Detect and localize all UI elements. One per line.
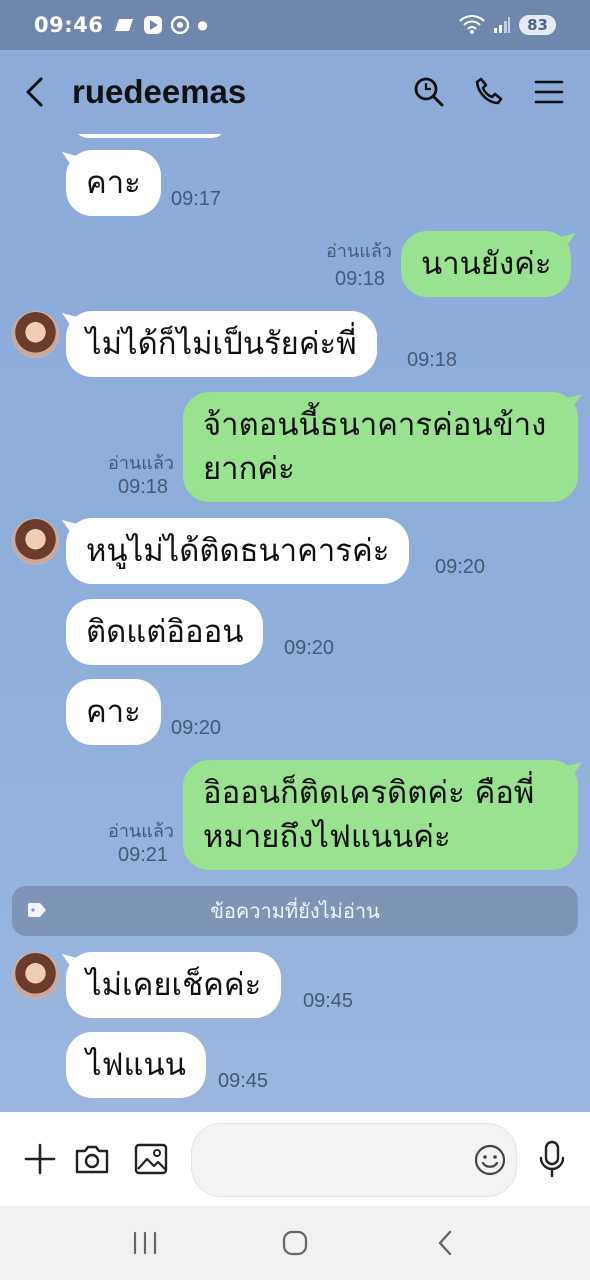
- message-bubble-incoming[interactable]: คาะ: [66, 150, 161, 216]
- system-back-icon: [438, 1230, 452, 1256]
- message-text: หนูไม่ได้ติดธนาคารค่ะ: [86, 533, 390, 569]
- chat-title: ruedeemas: [72, 73, 247, 110]
- call-button[interactable]: [472, 75, 506, 109]
- status-bar: 09:46 ● 83: [0, 0, 590, 50]
- message-time: 09:20: [435, 556, 486, 578]
- message-text: ติดแต่อิออน: [86, 614, 244, 650]
- message-time: 09:45: [303, 990, 354, 1012]
- status-right: 83: [459, 15, 556, 35]
- gallery-button[interactable]: [131, 1139, 171, 1179]
- message-text: คาะ: [86, 694, 141, 730]
- message-time: 09:18: [118, 476, 169, 498]
- home-icon: [282, 1230, 308, 1256]
- plus-icon: [24, 1143, 56, 1175]
- status-time: 09:46: [34, 13, 104, 37]
- menu-icon: [534, 80, 564, 104]
- message-bubble-incoming[interactable]: หนูไม่ได้ติดธนาคารค่ะ: [66, 518, 410, 584]
- voice-button[interactable]: [532, 1139, 572, 1179]
- back-icon: [26, 77, 43, 107]
- search-button[interactable]: [412, 75, 446, 109]
- emoji-button[interactable]: [474, 1144, 506, 1180]
- unread-divider: ข้อความที่ยังไม่อ่าน: [12, 886, 578, 936]
- read-receipt: อ่านแล้ว: [108, 821, 174, 842]
- message-bubble-outgoing[interactable]: นานยังค่ะ: [401, 231, 572, 297]
- notification-icons: ●: [115, 15, 208, 35]
- message-time: 09:45: [218, 1070, 269, 1092]
- recents-icon: [133, 1231, 157, 1255]
- contact-avatar[interactable]: [12, 952, 59, 999]
- play-icon: [144, 16, 163, 34]
- partial-message-bubble: [74, 134, 226, 138]
- message-input[interactable]: [191, 1123, 517, 1197]
- search-icon: [414, 77, 444, 107]
- message-bubble-incoming[interactable]: ไฟแนน: [66, 1032, 206, 1098]
- contact-avatar[interactable]: [12, 518, 59, 565]
- system-back-button[interactable]: [415, 1219, 475, 1267]
- dot-icon: ●: [197, 18, 208, 32]
- message-text: ไม่ได้ก็ไม่เป็นรัยค่ะพี่: [86, 326, 357, 362]
- wifi-icon: [459, 15, 485, 34]
- message-time: 09:17: [171, 188, 222, 210]
- mic-icon: [539, 1140, 565, 1178]
- message-bubble-outgoing[interactable]: จ้าตอนนี้ธนาคารค่อนข้างยากค่ะ: [183, 392, 578, 502]
- notification-icon: [115, 19, 134, 31]
- message-input-bar: [0, 1112, 590, 1206]
- message-bubble-incoming[interactable]: คาะ: [66, 679, 161, 745]
- message-time: 09:20: [171, 717, 222, 739]
- chat-messages[interactable]: คาะ 09:17 อ่านแล้ว 09:18 นานยังค่ะ ไม่ได…: [0, 134, 590, 1112]
- contact-avatar[interactable]: [12, 311, 59, 358]
- read-receipt: อ่านแล้ว: [326, 241, 392, 262]
- message-text: คาะ: [86, 165, 141, 201]
- message-time: 09:20: [284, 637, 335, 659]
- message-bubble-incoming[interactable]: ติดแต่อิออน: [66, 599, 264, 665]
- message-bubble-incoming[interactable]: ไม่เคยเช็คค่ะ: [66, 952, 282, 1018]
- message-text: ไม่เคยเช็คค่ะ: [86, 967, 262, 1003]
- home-button[interactable]: [265, 1219, 325, 1267]
- message-text: ไฟแนน: [86, 1047, 186, 1083]
- message-time: 09:21: [118, 844, 169, 866]
- message-text: จ้าตอนนี้ธนาคารค่อนข้างยากค่ะ: [203, 407, 547, 487]
- emoji-icon: [474, 1144, 506, 1176]
- back-button[interactable]: [24, 72, 60, 112]
- unread-divider-label: ข้อความที่ยังไม่อ่าน: [210, 899, 380, 923]
- tag-icon: [28, 903, 46, 917]
- camera-button[interactable]: [72, 1139, 112, 1179]
- camera-icon: [75, 1145, 109, 1174]
- message-bubble-incoming[interactable]: ไม่ได้ก็ไม่เป็นรัยค่ะพี่: [66, 311, 377, 377]
- message-text: นานยังค่ะ: [421, 246, 552, 282]
- menu-button[interactable]: [532, 75, 566, 109]
- chat-header: ruedeemas: [0, 50, 590, 134]
- battery-indicator: 83: [519, 15, 556, 35]
- message-text: อิออนก็ติดเครดิตค่ะ คือพี่หมายถึงไฟแนนค่…: [203, 775, 535, 855]
- phone-icon: [475, 77, 503, 105]
- signal-icon: [494, 17, 511, 33]
- add-button[interactable]: [20, 1139, 60, 1179]
- header-actions: [412, 75, 566, 109]
- message-time: 09:18: [407, 349, 458, 371]
- system-nav-bar: [0, 1206, 590, 1280]
- read-receipt: อ่านแล้ว: [108, 453, 174, 474]
- chrome-icon: [171, 16, 190, 34]
- message-bubble-outgoing[interactable]: อิออนก็ติดเครดิตค่ะ คือพี่หมายถึงไฟแนนค่…: [183, 760, 578, 870]
- image-icon: [134, 1143, 168, 1175]
- message-time: 09:18: [335, 268, 386, 290]
- recents-button[interactable]: [115, 1219, 175, 1267]
